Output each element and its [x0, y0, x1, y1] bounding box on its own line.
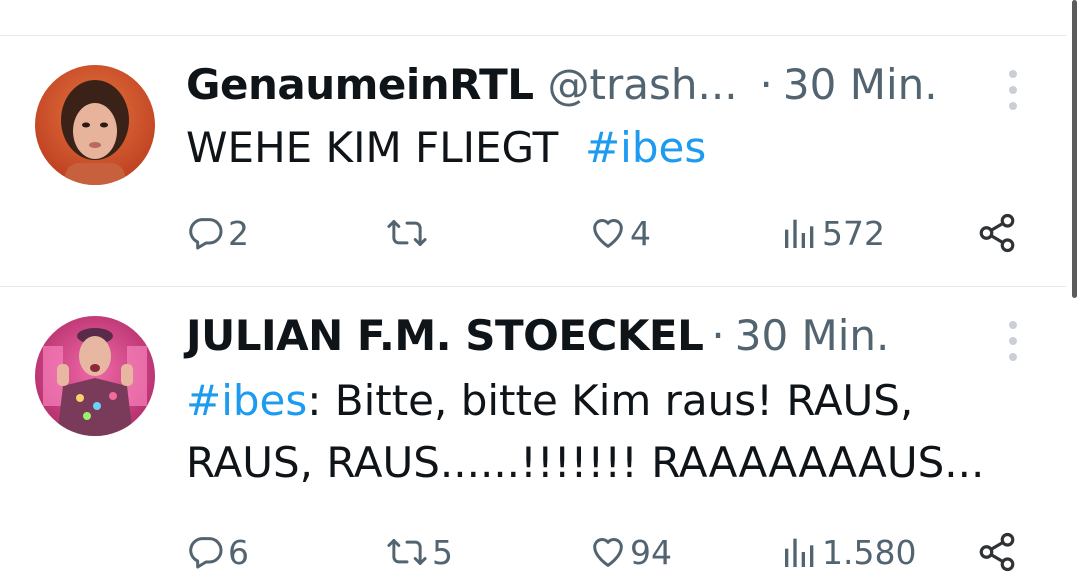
views-button[interactable]: 1.580 — [780, 527, 916, 577]
heart-icon — [593, 219, 623, 248]
more-icon[interactable] — [1008, 321, 1018, 361]
share-icon — [979, 213, 1015, 253]
reply-count: 6 — [228, 532, 249, 572]
tweet-text-plain: WEHE KIM FLIEGT — [186, 123, 585, 172]
retweet-button[interactable] — [384, 208, 432, 258]
reply-button[interactable]: 2 — [186, 208, 249, 258]
views-icon — [785, 538, 814, 567]
like-button[interactable]: 4 — [588, 208, 651, 258]
author-name[interactable]: GenaumeinRTL — [186, 60, 534, 109]
views-icon — [785, 219, 814, 248]
retweet-count: 5 — [432, 532, 453, 572]
reply-icon — [189, 537, 223, 569]
views-count: 1.580 — [822, 532, 917, 572]
separator-dot: · — [759, 59, 773, 109]
hashtag-link[interactable]: #ibes — [585, 123, 706, 172]
retweet-button[interactable]: 5 — [384, 527, 453, 577]
avatar[interactable] — [35, 65, 155, 185]
like-count: 4 — [630, 213, 651, 253]
tweet-text: WEHE KIM FLIEGT #ibes — [186, 117, 706, 179]
separator-dot: · — [711, 310, 725, 360]
share-icon — [979, 532, 1015, 572]
retweet-icon — [387, 220, 427, 246]
retweet-icon — [387, 539, 427, 565]
tweet-text-line: #ibes: Bitte, bitte Kim raus! RAUS, — [186, 370, 984, 432]
reply-count: 2 — [228, 213, 249, 253]
scrollbar-thumb[interactable] — [1072, 0, 1077, 298]
reply-button[interactable]: 6 — [186, 527, 249, 577]
views-count: 572 — [822, 213, 885, 253]
share-button[interactable] — [976, 527, 1018, 577]
tweet-text-plain: : Bitte, bitte Kim raus! RAUS, — [307, 376, 914, 425]
timestamp[interactable]: 30 Min. — [735, 311, 890, 360]
scrollbar[interactable] — [1070, 0, 1078, 580]
author-name[interactable]: JULIAN F.M. STOECKEL — [186, 311, 704, 360]
action-bar: 6 5 94 1.580 — [186, 527, 1036, 577]
tweet[interactable]: JULIAN F.M. STOECKEL · 30 Min. #ibes: Bi… — [0, 287, 1066, 580]
timestamp[interactable]: 30 Min. — [783, 60, 938, 109]
heart-icon — [593, 538, 623, 567]
share-button[interactable] — [976, 208, 1018, 258]
action-bar: 2 4 572 — [186, 208, 1036, 258]
more-icon[interactable] — [1008, 70, 1018, 110]
like-button[interactable]: 94 — [588, 527, 672, 577]
like-count: 94 — [630, 532, 672, 572]
avatar[interactable] — [35, 316, 155, 436]
reply-icon — [189, 218, 223, 250]
hashtag-link[interactable]: #ibes — [186, 376, 307, 425]
views-button[interactable]: 572 — [780, 208, 885, 258]
tweet-text-line: RAUS, RAUS......!!!!!!! RAAAAAAAUS... — [186, 438, 985, 487]
tweet-text: #ibes: Bitte, bitte Kim raus! RAUS, RAUS… — [186, 370, 984, 494]
author-handle[interactable]: @trash... — [548, 60, 738, 109]
tweet[interactable]: GenaumeinRTL @trash... · 30 Min. WEHE KI… — [0, 36, 1066, 286]
